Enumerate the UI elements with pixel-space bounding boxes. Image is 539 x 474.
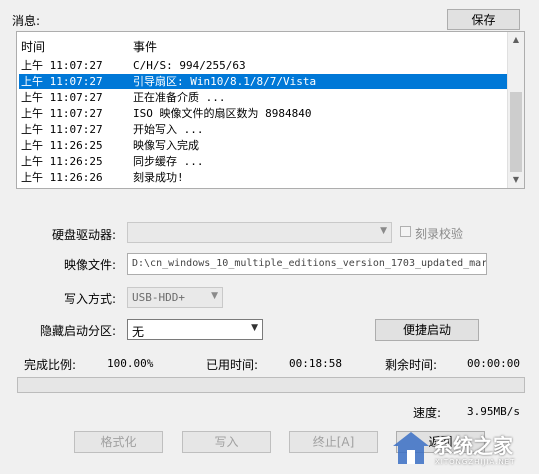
log-row-time: 上午 11:07:27: [21, 59, 103, 72]
watermark-text: 系统之家: [433, 434, 513, 458]
ratio-label: 完成比例:: [24, 358, 77, 372]
house-logo-icon: [393, 432, 429, 464]
image-path-field[interactable]: D:\cn_windows_10_multiple_editions_versi…: [127, 253, 487, 275]
log-row-event: 同步缓存 ...: [133, 155, 204, 168]
drive-label: 硬盘驱动器:: [52, 228, 117, 242]
log-row-time: 上午 11:07:27: [21, 91, 103, 104]
chevron-down-icon: ▼: [380, 226, 387, 236]
verify-checkbox[interactable]: [400, 226, 411, 237]
log-row-event: 刻录成功!: [133, 171, 184, 184]
stop-button[interactable]: 终止[A]: [289, 431, 378, 453]
log-row[interactable]: 上午 11:07:27 ISO 映像文件的扇区数为 8984840: [19, 106, 509, 121]
log-row[interactable]: 上午 11:26:26 刻录成功!: [19, 170, 509, 185]
log-row[interactable]: 上午 11:07:27 引导扇区: Win10/8.1/8/7/Vista: [19, 74, 509, 89]
log-row-event: 映像写入完成: [133, 139, 199, 152]
log-header: 时间 事件: [17, 32, 509, 56]
verify-label: 刻录校验: [415, 227, 464, 241]
col-event-header[interactable]: 事件: [133, 38, 157, 55]
watermark-subtext: XITONGZHIJIA.NET: [435, 458, 516, 466]
progress-bar: [17, 377, 525, 393]
ratio-value: 100.00%: [107, 357, 154, 370]
remaining-label: 剩余时间:: [385, 358, 438, 372]
log-scrollbar[interactable]: ▲ ▼: [507, 32, 524, 188]
scroll-thumb[interactable]: [510, 92, 522, 172]
image-label: 映像文件:: [64, 258, 117, 272]
chevron-down-icon: ▼: [211, 291, 218, 301]
site-watermark: 系统之家 XITONGZHIJIA.NET: [391, 430, 531, 470]
chevron-down-icon: ▼: [251, 323, 258, 333]
write-mode-label: 写入方式:: [64, 292, 117, 306]
hide-partition-label: 隐藏启动分区:: [40, 324, 117, 338]
messages-label: 消息:: [12, 14, 41, 28]
format-button[interactable]: 格式化: [74, 431, 163, 453]
log-row-event: 正在准备介质 ...: [133, 91, 226, 104]
log-row-time: 上午 11:07:27: [21, 107, 103, 120]
log-row-event: ISO 映像文件的扇区数为 8984840: [133, 107, 312, 120]
remaining-value: 00:00:00: [467, 357, 520, 370]
quick-boot-button[interactable]: 便捷启动: [375, 319, 479, 341]
log-row-time: 上午 11:26:25: [21, 139, 103, 152]
log-row[interactable]: 上午 11:26:25 同步缓存 ...: [19, 154, 509, 169]
col-time-header[interactable]: 时间: [21, 38, 45, 55]
write-button[interactable]: 写入: [182, 431, 271, 453]
elapsed-value: 00:18:58: [289, 357, 342, 370]
log-row-event: C/H/S: 994/255/63: [133, 59, 246, 72]
save-button[interactable]: 保存: [447, 9, 520, 30]
log-row-time: 上午 11:07:27: [21, 123, 103, 136]
log-list[interactable]: 时间 事件 上午 11:07:27 C/H/S: 994/255/63 上午 11:…: [16, 31, 525, 189]
log-row[interactable]: 上午 11:26:25 映像写入完成: [19, 138, 509, 153]
speed-value: 3.95MB/s: [467, 405, 520, 418]
log-row-event: 开始写入 ...: [133, 123, 204, 136]
elapsed-label: 已用时间:: [206, 358, 259, 372]
log-row[interactable]: 上午 11:07:27 C/H/S: 994/255/63: [19, 58, 509, 73]
speed-label: 速度:: [413, 406, 442, 420]
scroll-down-icon[interactable]: ▼: [508, 172, 524, 188]
scroll-up-icon[interactable]: ▲: [508, 32, 524, 48]
log-row-time: 上午 11:26:25: [21, 155, 103, 168]
log-row-event: 引导扇区: Win10/8.1/8/7/Vista: [133, 75, 317, 88]
image-path-value: D:\cn_windows_10_multiple_editions_versi…: [132, 258, 487, 269]
drive-select[interactable]: ▼: [127, 222, 392, 243]
write-mode-select[interactable]: USB-HDD+ ▼: [127, 287, 223, 308]
log-row[interactable]: 上午 11:07:27 正在准备介质 ...: [19, 90, 509, 105]
hide-partition-value: 无: [132, 325, 145, 339]
log-row[interactable]: 上午 11:07:27 开始写入 ...: [19, 122, 509, 137]
log-row-time: 上午 11:26:26: [21, 171, 103, 184]
write-mode-value: USB-HDD+: [132, 291, 185, 304]
log-row-time: 上午 11:07:27: [21, 75, 103, 88]
hide-partition-select[interactable]: 无 ▼: [127, 319, 263, 340]
